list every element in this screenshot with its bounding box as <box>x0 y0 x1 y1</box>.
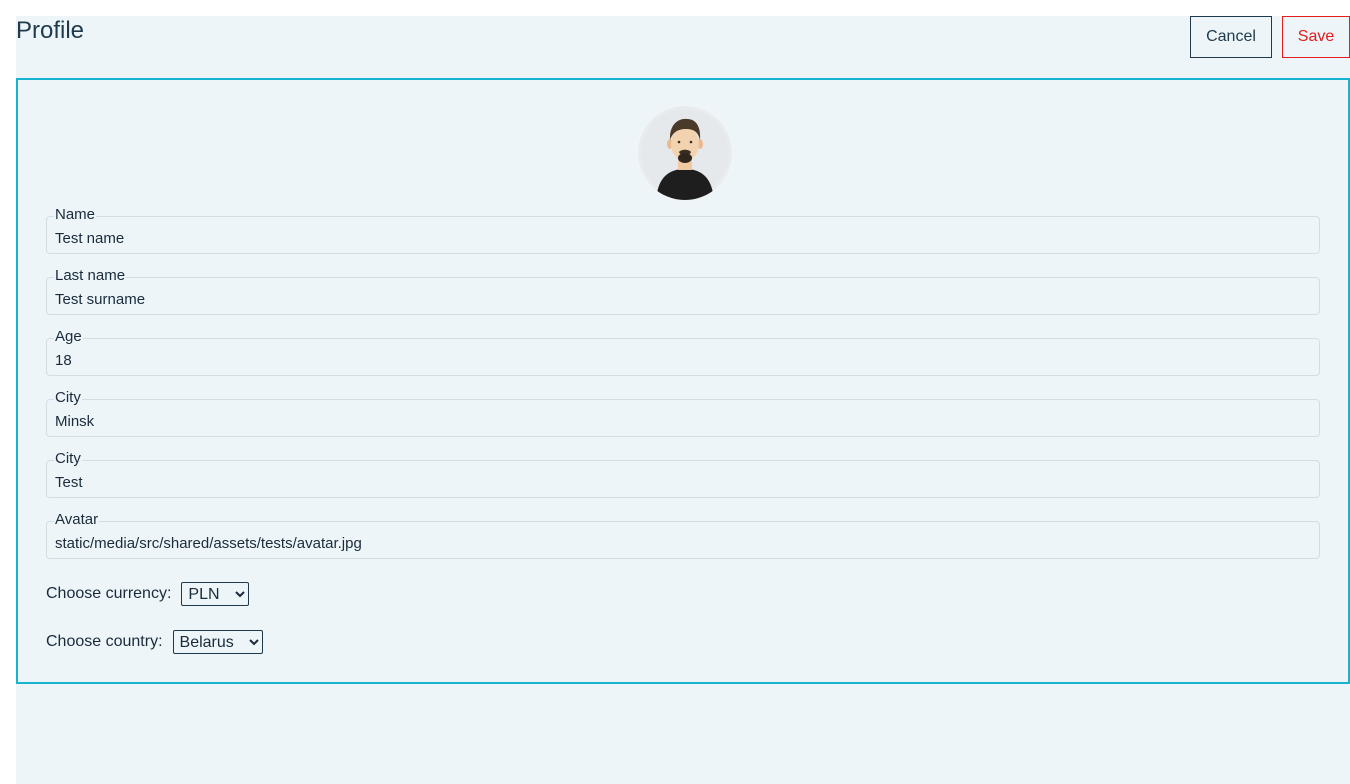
avatar-url-input[interactable] <box>47 522 1319 558</box>
age-label: Age <box>54 328 83 345</box>
name-input[interactable] <box>47 217 1319 253</box>
country-row: Choose country: Belarus <box>46 630 263 654</box>
avatar-image <box>641 109 729 200</box>
second-city-field: City <box>46 450 1320 498</box>
second-city-input[interactable] <box>47 461 1319 497</box>
name-field: Name <box>46 206 1320 254</box>
profile-card: Name Last name Age City City Avatar Choo… <box>16 78 1350 684</box>
last-name-field: Last name <box>46 267 1320 315</box>
last-name-label: Last name <box>54 267 127 284</box>
country-select[interactable]: Belarus <box>172 630 263 654</box>
currency-select[interactable]: PLN <box>181 582 250 606</box>
avatar <box>638 106 732 200</box>
page-title: Profile <box>16 17 85 44</box>
avatar-field: Avatar <box>46 511 1320 559</box>
age-input[interactable] <box>47 339 1319 375</box>
cancel-button[interactable]: Cancel <box>1190 16 1272 58</box>
save-button[interactable]: Save <box>1282 16 1350 58</box>
currency-row: Choose currency: PLN <box>46 582 250 606</box>
city-label: City <box>54 389 82 406</box>
second-city-label: City <box>54 450 82 467</box>
avatar-label: Avatar <box>54 511 100 528</box>
currency-label: Choose currency: <box>46 585 172 602</box>
country-label: Choose country: <box>46 633 163 650</box>
name-label: Name <box>54 206 97 223</box>
city-input[interactable] <box>47 400 1319 436</box>
last-name-input[interactable] <box>47 278 1319 314</box>
city-field: City <box>46 389 1320 437</box>
age-field: Age <box>46 328 1320 376</box>
